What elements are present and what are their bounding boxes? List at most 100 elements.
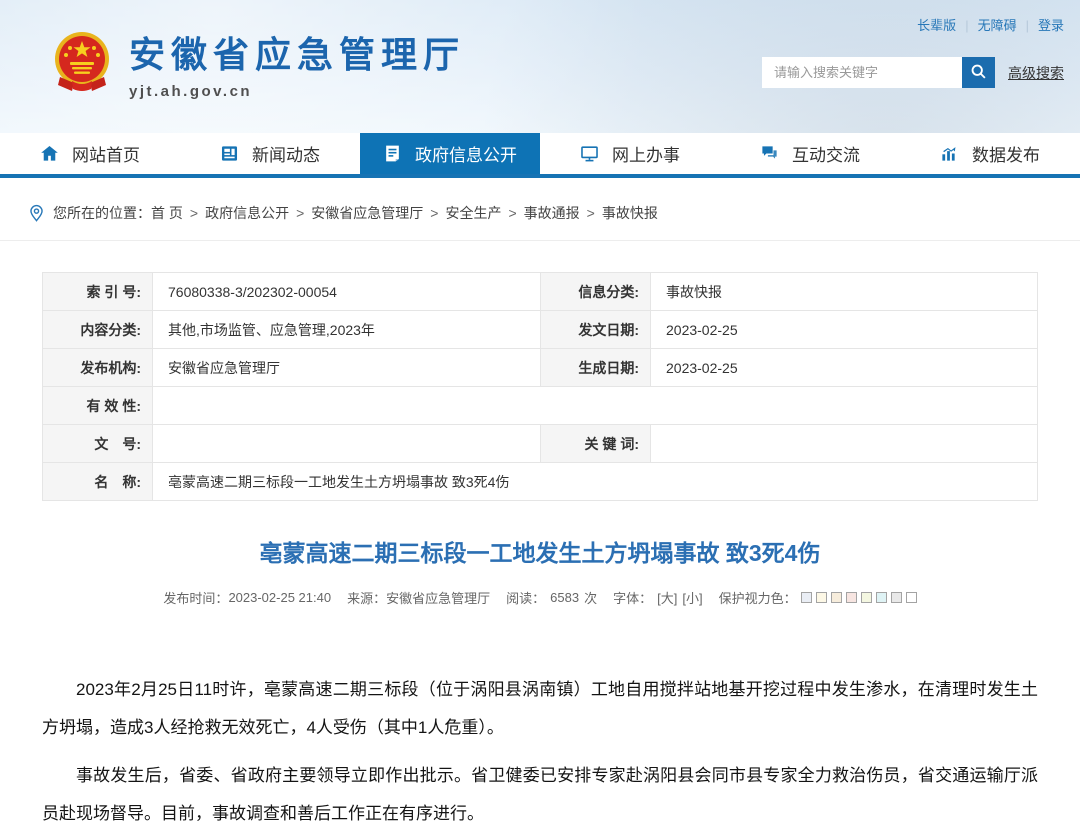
source-value: 安徽省应急管理厅 (386, 591, 491, 606)
breadcrumb-accident-flash[interactable]: 事故快报 (602, 203, 658, 223)
publisher-label: 发布机构: (42, 348, 153, 387)
document-icon (383, 144, 402, 163)
home-icon (40, 144, 59, 163)
monitor-icon (580, 144, 599, 163)
news-icon (220, 144, 239, 163)
breadcrumb-separator: > (296, 205, 305, 221)
breadcrumb-separator: > (189, 205, 199, 221)
nav-item-label: 新闻动态 (252, 146, 320, 165)
eye-color-swatch[interactable] (830, 592, 842, 603)
publisher-value: 安徽省应急管理厅 (152, 348, 541, 387)
page-title: 亳蒙高速二期三标段一工地发生土方坍塌事故 致3死4伤 (259, 540, 821, 566)
info-class-value: 事故快报 (650, 272, 1038, 311)
link-divider: | (1025, 18, 1029, 33)
search-button[interactable] (962, 57, 995, 88)
nav-item-home[interactable]: 网站首页 (0, 133, 180, 174)
nav-item-label: 网上办事 (612, 146, 680, 165)
doc-name-value: 亳蒙高速二期三标段一工地发生土方坍塌事故 致3死4伤 (152, 462, 1038, 501)
advanced-search-link[interactable]: 高级搜索 (1008, 63, 1064, 83)
breadcrumb-prefix: 您所在的位置： (53, 205, 151, 221)
nav-item-gov-info[interactable]: 政府信息公开 (360, 133, 540, 174)
eye-color-swatch[interactable] (905, 592, 917, 603)
document-info-table: 索 引 号: 76080338-3/202302-00054 信息分类: 事故快… (42, 272, 1038, 501)
issue-date-label: 发文日期: (540, 310, 651, 349)
breadcrumb-safety[interactable]: 安全生产 (445, 203, 501, 223)
breadcrumb-accident-report[interactable]: 事故通报 (524, 203, 580, 223)
nav-item-label: 政府信息公开 (415, 146, 517, 165)
font-smaller-button[interactable]: [小] (682, 588, 702, 607)
article-body: 2023年2月25日11时许，亳蒙高速二期三标段（位于涡阳县涡南镇）工地自用搅拌… (42, 671, 1038, 833)
main-nav: 网站首页 新闻动态 政府信息公开 网上办事 互动交流 数据发布 (0, 133, 1080, 178)
login-link[interactable]: 登录 (1038, 18, 1064, 33)
info-class-label: 信息分类: (540, 272, 651, 311)
accessibility-link[interactable]: 无障碍 (978, 18, 1017, 33)
breadcrumb-separator: > (508, 205, 517, 221)
table-row: 文 号: 关 键 词: (42, 424, 1038, 463)
publish-time-label: 发布时间： (163, 591, 229, 606)
table-row: 内容分类: 其他,市场监管、应急管理,2023年 发文日期: 2023-02-2… (42, 310, 1038, 349)
eye-color-swatch[interactable] (815, 592, 827, 603)
table-row: 索 引 号: 76080338-3/202302-00054 信息分类: 事故快… (42, 272, 1038, 311)
location-pin-icon (28, 204, 45, 223)
breadcrumb: 您所在的位置： 首 页 > 政府信息公开 > 安徽省应急管理厅 > 安全生产 >… (0, 178, 1080, 241)
views-count: 6583 (550, 590, 580, 605)
table-row: 发布机构: 安徽省应急管理厅 生成日期: 2023-02-25 (42, 348, 1038, 387)
validity-label: 有 效 性: (42, 386, 153, 425)
article-paragraph: 2023年2月25日11时许，亳蒙高速二期三标段（位于涡阳县涡南镇）工地自用搅拌… (42, 680, 1038, 738)
breadcrumb-gov-info[interactable]: 政府信息公开 (205, 203, 289, 223)
search-icon (970, 63, 987, 83)
nav-item-label: 互动交流 (792, 146, 860, 165)
eye-color-swatch[interactable] (845, 592, 857, 603)
doc-name-label: 名 称: (42, 462, 153, 501)
article-meta-bar: 发布时间： 2023-02-25 21:40 来源： 安徽省应急管理厅 阅读： … (0, 588, 1080, 607)
nav-item-news[interactable]: 新闻动态 (180, 133, 360, 174)
table-row: 名 称: 亳蒙高速二期三标段一工地发生土方坍塌事故 致3死4伤 (42, 462, 1038, 501)
index-number-value: 76080338-3/202302-00054 (152, 272, 541, 311)
nav-item-data[interactable]: 数据发布 (900, 133, 1080, 174)
keywords-value (650, 424, 1038, 463)
content-class-value: 其他,市场监管、应急管理,2023年 (152, 310, 541, 349)
nav-item-interaction[interactable]: 互动交流 (720, 133, 900, 174)
nav-item-online-services[interactable]: 网上办事 (540, 133, 720, 174)
search-area: 高级搜索 (762, 57, 1064, 88)
doc-number-value (152, 424, 541, 463)
font-larger-button[interactable]: [大] (657, 588, 677, 607)
chart-icon (940, 144, 959, 163)
link-divider: | (965, 18, 969, 33)
site-title: 安徽省应急管理厅 (129, 34, 466, 75)
breadcrumb-home[interactable]: 首 页 (151, 203, 183, 223)
eye-color-swatch[interactable] (890, 592, 902, 603)
nav-item-label: 网站首页 (72, 146, 140, 165)
site-logo-brand[interactable]: 安徽省应急管理厅 yjt.ah.gov.cn (50, 26, 465, 100)
chat-icon (760, 144, 779, 163)
publish-time-value: 2023-02-25 21:40 (228, 590, 332, 605)
validity-value (152, 386, 1038, 425)
nav-item-label: 数据发布 (972, 146, 1040, 165)
article-paragraph: 事故发生后，省委、省政府主要领导立即作出批示。省卫健委已安排专家赴涡阳县会同市县… (42, 765, 1038, 823)
issue-date-value: 2023-02-25 (650, 310, 1038, 349)
keywords-label: 关 键 词: (540, 424, 651, 463)
national-emblem-icon (50, 29, 114, 98)
site-domain: yjt.ah.gov.cn (129, 83, 253, 100)
search-input[interactable] (762, 57, 962, 88)
header-top-links: 长辈版 | 无障碍 | 登录 (917, 15, 1064, 34)
table-row: 有 效 性: (42, 386, 1038, 425)
site-header: 安徽省应急管理厅 yjt.ah.gov.cn 长辈版 | 无障碍 | 登录 高级搜索 (0, 0, 1080, 133)
eye-color-swatch[interactable] (860, 592, 872, 603)
font-size-label: 字体： (613, 591, 653, 606)
create-date-label: 生成日期: (540, 348, 651, 387)
eye-protect-color-label: 保护视力色： (718, 591, 797, 606)
views-unit: 次 (584, 591, 598, 606)
breadcrumb-separator: > (586, 205, 595, 221)
elder-version-link[interactable]: 长辈版 (917, 18, 956, 33)
views-label: 阅读： (506, 591, 546, 606)
doc-number-label: 文 号: (42, 424, 153, 463)
breadcrumb-department[interactable]: 安徽省应急管理厅 (311, 203, 423, 223)
brand-text: 安徽省应急管理厅 yjt.ah.gov.cn (129, 26, 465, 100)
eye-color-swatch[interactable] (800, 592, 812, 603)
breadcrumb-separator: > (430, 205, 439, 221)
create-date-value: 2023-02-25 (650, 348, 1038, 387)
source-label: 来源： (347, 591, 387, 606)
eye-color-swatch[interactable] (875, 592, 887, 603)
content-class-label: 内容分类: (42, 310, 153, 349)
